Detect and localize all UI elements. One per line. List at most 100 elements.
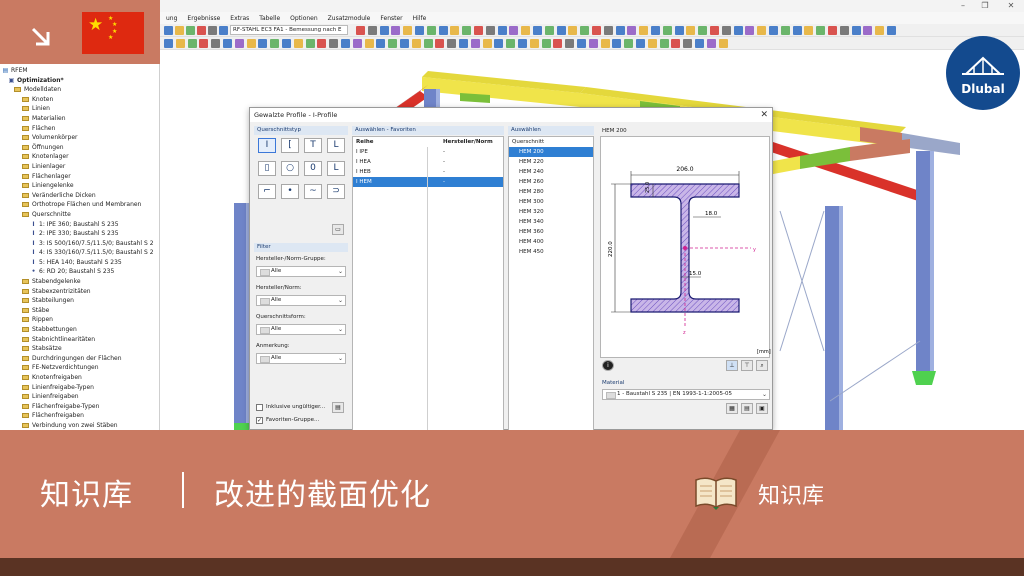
toolbar-button[interactable]: [721, 26, 731, 35]
favorites-group-checkbox[interactable]: ✓: [256, 417, 263, 424]
tree-folder-item[interactable]: Stabbettungen: [2, 325, 158, 335]
toolbar-button[interactable]: [533, 26, 542, 35]
section-type-button[interactable]: ⊃: [327, 184, 345, 199]
material-select[interactable]: 1 - Baustahl S 235 | EN 1993-1-1:2005-05…: [602, 389, 770, 400]
filter-note-select[interactable]: Alle ⌄: [256, 353, 346, 364]
toolbar-button[interactable]: [352, 39, 362, 48]
toolbar-button[interactable]: [482, 39, 492, 48]
filter-manufacturer-select[interactable]: Alle ⌄: [256, 295, 346, 306]
tree-project[interactable]: ▣ Optimization*: [2, 76, 158, 86]
toolbar-button[interactable]: [839, 26, 849, 35]
toolbar-button[interactable]: [769, 26, 778, 35]
tree-folder-item[interactable]: Liniengelenke: [2, 181, 158, 191]
include-invalid-checkbox[interactable]: [256, 404, 263, 411]
menu-item[interactable]: Fenster: [380, 15, 402, 22]
toolbar-button[interactable]: [600, 39, 610, 48]
toolbar-button[interactable]: [270, 39, 280, 48]
toolbar-button[interactable]: [435, 39, 445, 48]
favorites-row[interactable]: I IPE -: [353, 147, 503, 157]
tree-section-item[interactable]: I 1: IPE 360; Baustahl S 235: [2, 220, 158, 230]
filter-shape-select[interactable]: Alle ⌄: [256, 324, 346, 335]
tree-folder-item[interactable]: Knoten: [2, 95, 158, 105]
tree-folder-item[interactable]: Materialien: [2, 114, 158, 124]
toolbar-button[interactable]: [662, 26, 672, 35]
toolbar-button[interactable]: [474, 26, 483, 35]
toolbar-button[interactable]: [388, 39, 398, 48]
dialog-close-button[interactable]: ✕: [760, 108, 768, 122]
toolbar-button[interactable]: [718, 39, 728, 48]
module-dropdown[interactable]: RF-STAHL EC3 FA1 - Bemessung nach E: [230, 25, 348, 35]
toolbar-button[interactable]: [592, 26, 601, 35]
toolbar-button[interactable]: [612, 39, 622, 48]
toolbar-button[interactable]: [175, 39, 185, 48]
toolbar-button[interactable]: [695, 39, 704, 48]
toolbar-button[interactable]: [518, 39, 527, 48]
toolbar-button[interactable]: [485, 26, 495, 35]
tree-section-item[interactable]: I 5: HEA 140; Baustahl S 235: [2, 258, 158, 268]
menu-item[interactable]: Tabelle: [259, 15, 280, 22]
favorites-row[interactable]: I HEM -: [353, 177, 503, 187]
zoom-icon[interactable]: ⌕: [756, 360, 768, 371]
tree-folder-item[interactable]: Veränderliche Dicken: [2, 191, 158, 201]
toolbar-button[interactable]: [186, 26, 195, 35]
toolbar-button[interactable]: [580, 26, 590, 35]
section-type-button[interactable]: •: [281, 184, 299, 199]
menu-item[interactable]: ung: [166, 15, 177, 22]
toolbar-button[interactable]: [305, 39, 315, 48]
toolbar-button[interactable]: [710, 26, 719, 35]
toolbar-button[interactable]: [544, 26, 554, 35]
section-type-extra-button[interactable]: ▭: [332, 224, 344, 235]
restore-button[interactable]: ❐: [978, 0, 992, 12]
toolbar-button[interactable]: [706, 39, 716, 48]
tree-folder-item[interactable]: Stäbe: [2, 306, 158, 316]
toolbar-button[interactable]: [627, 26, 637, 35]
toolbar-button[interactable]: [698, 26, 708, 35]
toolbar-button[interactable]: [164, 26, 173, 35]
include-invalid-button[interactable]: ▤: [332, 402, 344, 413]
tree-folder-item[interactable]: Knotenfreigaben: [2, 373, 158, 383]
toolbar-button[interactable]: [565, 39, 575, 48]
toolbar-button[interactable]: [745, 26, 755, 35]
section-row[interactable]: HEM 400: [509, 237, 593, 247]
toolbar-button[interactable]: [506, 39, 516, 48]
toolbar-button[interactable]: [341, 39, 350, 48]
toolbar-button[interactable]: [639, 26, 649, 35]
toolbar-button[interactable]: [683, 39, 693, 48]
toolbar-button[interactable]: [415, 26, 424, 35]
info-icon[interactable]: i: [602, 360, 614, 371]
toolbar-button[interactable]: [423, 39, 433, 48]
tree-folder-item[interactable]: Volumenkörper: [2, 133, 158, 143]
toolbar-button[interactable]: [509, 26, 519, 35]
tree-folder-item[interactable]: Flächenlager: [2, 172, 158, 182]
section-type-button[interactable]: 0: [304, 161, 322, 176]
tree-folder-item[interactable]: Rippen: [2, 315, 158, 325]
toolbar-button[interactable]: [187, 39, 197, 48]
toolbar-button[interactable]: [828, 26, 837, 35]
tree-folder-item[interactable]: Flächenfreigaben: [2, 411, 158, 421]
toolbar-button[interactable]: [529, 39, 539, 48]
toolbar-button[interactable]: [450, 26, 460, 35]
tree-folder-item[interactable]: Stabendgelenke: [2, 277, 158, 287]
menu-item[interactable]: Extras: [230, 15, 249, 22]
toolbar-button[interactable]: [671, 39, 681, 48]
toolbar-button[interactable]: [470, 39, 480, 48]
toolbar-button[interactable]: [647, 39, 657, 48]
toolbar-button[interactable]: [556, 26, 566, 35]
favorites-list[interactable]: Reihe Hersteller/Norm I IPE - I HEA - I HEB - I…: [352, 136, 504, 431]
toolbar-button[interactable]: [816, 26, 826, 35]
section-row[interactable]: HEM 280: [509, 187, 593, 197]
tree-folder-item[interactable]: Linienfreigaben: [2, 392, 158, 402]
toolbar-button[interactable]: [733, 26, 743, 35]
dimension-view-button[interactable]: ⊥: [726, 360, 738, 371]
toolbar-button[interactable]: [686, 26, 696, 35]
material-edit-button[interactable]: ▤: [741, 403, 753, 414]
toolbar-button[interactable]: [367, 26, 377, 35]
toolbar-button[interactable]: [175, 26, 184, 35]
tree-section-item[interactable]: I 4: IS 330/160/7.5/11.5/0; Baustahl S 2: [2, 248, 158, 258]
tree-folder-item[interactable]: Durchdringungen der Flächen: [2, 354, 158, 364]
toolbar-button[interactable]: [494, 39, 504, 48]
toolbar-button[interactable]: [887, 26, 896, 35]
tree-folder-item[interactable]: Öffnungen: [2, 143, 158, 153]
toolbar-button[interactable]: [197, 26, 206, 35]
tree-folder-item[interactable]: Stabnichtlinearitäten: [2, 335, 158, 345]
